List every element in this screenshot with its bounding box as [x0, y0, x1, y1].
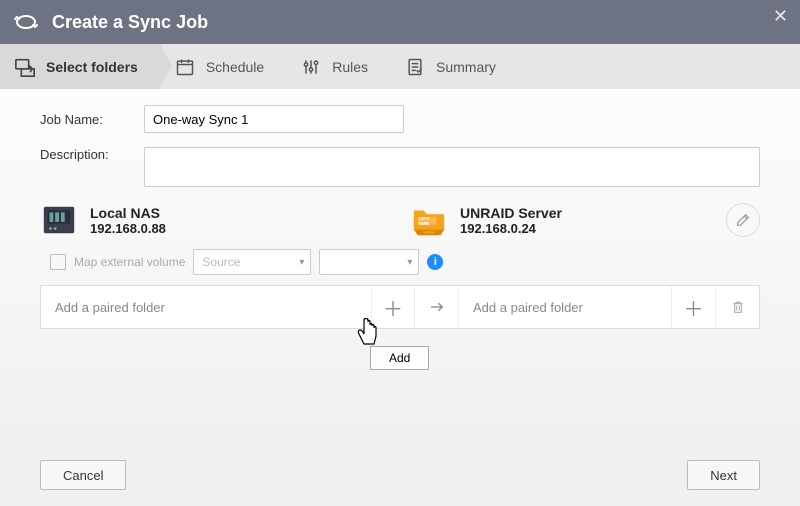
plus-icon: ＋	[684, 293, 704, 322]
job-name-row: Job Name:	[40, 105, 760, 133]
destination-host-ip: 192.168.0.24	[460, 221, 562, 236]
paired-folder-row: Add a paired folder ＋ Add a paired folde…	[40, 285, 760, 329]
source-host-name: Local NAS	[90, 205, 166, 221]
job-name-input[interactable]	[144, 105, 404, 133]
step-label: Select folders	[46, 59, 138, 75]
window-title: Create a Sync Job	[52, 12, 208, 33]
description-label: Description:	[40, 147, 144, 162]
select-folders-icon	[14, 56, 36, 78]
plus-icon: ＋	[383, 293, 403, 322]
add-source-folder-button[interactable]: ＋	[371, 286, 415, 328]
map-external-checkbox[interactable]	[50, 254, 66, 270]
titlebar: Create a Sync Job	[0, 0, 800, 44]
svg-text:SMB: SMB	[419, 221, 430, 227]
edit-hosts-button[interactable]	[726, 203, 760, 237]
info-icon[interactable]: i	[427, 254, 443, 270]
map-source-select[interactable]: Source	[193, 249, 311, 275]
step-label: Schedule	[206, 59, 264, 75]
destination-host: CIFS SMB UNRAID Server 192.168.0.24	[410, 201, 726, 239]
sliders-icon	[300, 56, 322, 78]
close-icon[interactable]: ✕	[773, 6, 788, 27]
cancel-button[interactable]: Cancel	[40, 460, 126, 490]
hosts-row: Local NAS 192.168.0.88 CIFS SMB UNRAID S…	[40, 201, 760, 239]
step-summary[interactable]: Summary	[390, 44, 518, 89]
nas-icon	[40, 201, 78, 239]
job-name-label: Job Name:	[40, 112, 144, 127]
summary-icon	[404, 56, 426, 78]
source-host: Local NAS 192.168.0.88	[40, 201, 410, 239]
add-tooltip: Add	[370, 346, 429, 370]
map-external-label: Map external volume	[74, 255, 185, 269]
paired-destination-cell[interactable]: Add a paired folder	[459, 286, 671, 328]
add-destination-folder-button[interactable]: ＋	[671, 286, 715, 328]
step-label: Summary	[436, 59, 496, 75]
sync-direction-indicator	[415, 286, 459, 328]
step-rules[interactable]: Rules	[286, 44, 390, 89]
description-row: Description:	[40, 147, 760, 187]
paired-source-cell[interactable]: Add a paired folder	[41, 286, 371, 328]
content-area: Job Name: Description: Local NAS 192.168…	[0, 89, 800, 444]
map-dest-select[interactable]	[319, 249, 419, 275]
sync-icon	[14, 10, 38, 34]
cifs-folder-icon: CIFS SMB	[410, 201, 448, 239]
step-label: Rules	[332, 59, 368, 75]
description-input[interactable]	[144, 147, 760, 187]
delete-pair-button[interactable]	[715, 286, 759, 328]
source-host-ip: 192.168.0.88	[90, 221, 166, 236]
footer: Cancel Next	[0, 444, 800, 506]
map-external-volume-row: Map external volume Source i	[50, 249, 760, 275]
step-schedule[interactable]: Schedule	[160, 44, 286, 89]
wizard-steps: Select folders Schedule Rules Summary	[0, 44, 800, 89]
step-select-folders[interactable]: Select folders	[0, 44, 160, 89]
destination-host-name: UNRAID Server	[460, 205, 562, 221]
calendar-icon	[174, 56, 196, 78]
next-button[interactable]: Next	[687, 460, 760, 490]
